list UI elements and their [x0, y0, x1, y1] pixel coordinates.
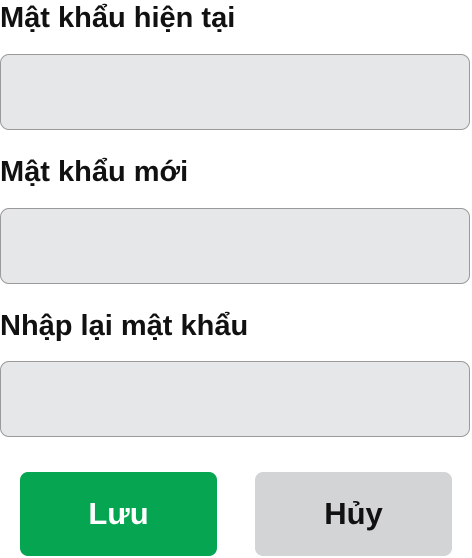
current-password-input[interactable] — [0, 54, 470, 130]
cancel-button[interactable]: Hủy — [255, 472, 452, 556]
save-button[interactable]: Lưu — [20, 472, 217, 556]
save-button-label: Lưu — [88, 496, 149, 531]
new-password-label: Mật khẩu mới — [0, 156, 189, 188]
cancel-button-label: Hủy — [324, 496, 383, 531]
current-password-label: Mật khẩu hiện tại — [0, 2, 236, 34]
confirm-password-input[interactable] — [0, 361, 470, 437]
confirm-password-label: Nhập lại mật khẩu — [0, 310, 249, 342]
new-password-input[interactable] — [0, 208, 470, 284]
